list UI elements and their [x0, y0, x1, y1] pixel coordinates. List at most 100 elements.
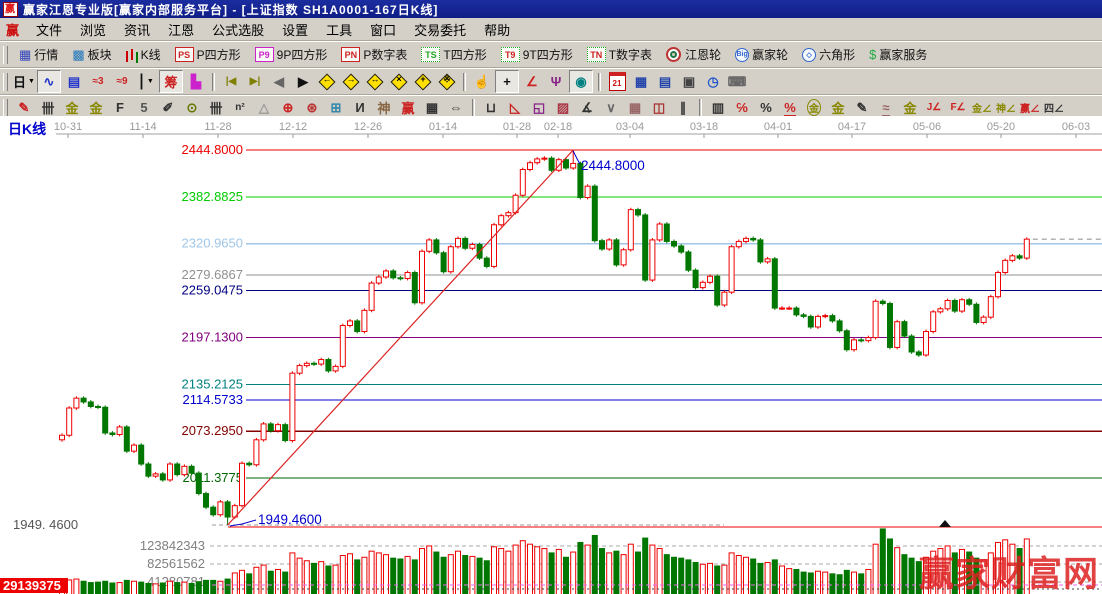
calendar-button[interactable]: 21 [606, 71, 628, 92]
world-clock-button[interactable]: ◷ [702, 71, 724, 92]
candle-body [564, 160, 569, 168]
dense-grid-button[interactable]: ▦ [421, 97, 443, 118]
gann-shrink-button[interactable]: × [388, 71, 410, 92]
gann-fence-button[interactable]: 卌 [37, 97, 59, 118]
gann-zoom-out-button[interactable]: ※ [436, 71, 458, 92]
volume-bar [823, 572, 828, 594]
time-fence-button[interactable]: 卌 [205, 97, 227, 118]
prev-bar-button[interactable]: ◀ [268, 71, 290, 92]
n-wave-tool-button[interactable]: И [349, 97, 371, 118]
price-grid-2-button[interactable]: ◫ [648, 97, 670, 118]
menu-item-4[interactable]: 公式选股 [203, 19, 273, 40]
date-tick-label-11: 04-17 [838, 121, 866, 133]
win-angle-button[interactable]: 赢∠ [1019, 97, 1041, 118]
crosshair-tool-button[interactable]: + [495, 70, 519, 93]
menu-item-5[interactable]: 设置 [273, 19, 317, 40]
percent-retrace-button[interactable]: ℅ [731, 97, 753, 118]
winner-wheel-button[interactable]: Big赢家轮 [728, 44, 795, 66]
last-bar-button[interactable]: ▶| [244, 71, 266, 92]
gann-stretch-button[interactable]: ↔ [364, 71, 386, 92]
t-square-button[interactable]: TST四方形 [414, 44, 493, 66]
gold-angle-button[interactable]: 金∠ [971, 97, 993, 118]
menu-item-3[interactable]: 江恩 [159, 19, 203, 40]
menu-item-6[interactable]: 工具 [317, 19, 361, 40]
hexagon-button[interactable]: ◇六角形 [795, 44, 862, 66]
volume-profile-button[interactable]: ▙ [185, 71, 207, 92]
9p-square-button[interactable]: P99P四方形 [248, 44, 335, 66]
span-measure-button[interactable]: ⇔ [445, 97, 467, 118]
gold-fence-2-button[interactable]: 金 [85, 97, 107, 118]
wave-levels-button[interactable]: ≈ [875, 97, 897, 118]
wave-segment-9-button[interactable]: ≈9 [111, 71, 133, 92]
sectors-button[interactable]: ▩板块 [65, 44, 118, 66]
draw-knife-button[interactable]: ✎ [13, 97, 35, 118]
chip-distribution-button[interactable]: ∿ [37, 70, 61, 93]
gold-fence-1-button[interactable]: 金 [61, 97, 83, 118]
gold-circle-button[interactable]: 金 [803, 97, 825, 118]
menu-item-1[interactable]: 浏览 [71, 19, 115, 40]
candle-style-dropdown-button[interactable]: ⎮▼ [135, 71, 157, 92]
9t-square-button[interactable]: T99T四方形 [494, 44, 580, 66]
spiral-5-button[interactable]: 5 [133, 97, 155, 118]
gann-shift-left-button[interactable]: ← [316, 71, 338, 92]
winner-service-button[interactable]: $赢家服务 [862, 44, 934, 66]
gann-wheel-button[interactable]: 江恩轮 [659, 44, 728, 66]
box-fan-button[interactable]: ◱ [528, 97, 550, 118]
box-tool-button[interactable]: ⊔ [480, 97, 502, 118]
percent-button[interactable]: % [755, 97, 777, 118]
draw-pencil-button[interactable]: ✐ [157, 97, 179, 118]
toolbar-main: ▦行情▩板块K线PSP四方形P99P四方形PNP数字表TST四方形T99T四方形… [0, 41, 1102, 68]
menu-item-2[interactable]: 资讯 [115, 19, 159, 40]
first-bar-button[interactable]: |◀ [220, 71, 242, 92]
angle-measure-tool-button[interactable]: ∠ [521, 71, 543, 92]
smart-analysis-tool-button[interactable]: ◉ [569, 70, 593, 93]
chart-canvas[interactable]: 10-3111-1411-2812-1212-2601-1401-2802-18… [0, 116, 1102, 594]
win-fence-button[interactable]: 赢 [397, 97, 419, 118]
gold-levels-2-button[interactable]: 金 [899, 97, 921, 118]
shen-angle-button[interactable]: 神∠ [995, 97, 1017, 118]
protractor-button[interactable]: △ [253, 97, 275, 118]
gold-levels-button[interactable]: 金 [827, 97, 849, 118]
percent-levels-button[interactable]: % [779, 97, 801, 118]
save-layout-button[interactable]: ▣ [678, 71, 700, 92]
t-number-table-button[interactable]: TNT数字表 [580, 44, 659, 66]
period-day-dropdown-button[interactable]: 日▼ [13, 71, 35, 92]
j-angle-button[interactable]: J∠ [923, 97, 945, 118]
volume-ruler-button[interactable]: ▥ [707, 97, 729, 118]
menu-item-9[interactable]: 帮助 [475, 19, 519, 40]
gann-grid-web-button[interactable]: ⊞ [325, 97, 347, 118]
gann-web-button[interactable]: ⊛ [301, 97, 323, 118]
price-grid-button[interactable]: ▦ [624, 97, 646, 118]
gann-fan-button[interactable]: ◺ [504, 97, 526, 118]
menu-item-8[interactable]: 交易委托 [405, 19, 475, 40]
calculator-button[interactable]: ▦ [630, 71, 652, 92]
square-of-nine-button[interactable]: n² [229, 97, 251, 118]
next-bar-button[interactable]: ▶ [292, 71, 314, 92]
gann-shift-right-button[interactable]: → [340, 71, 362, 92]
parallel-lines-button[interactable]: ∥ [672, 97, 694, 118]
v-wave-button[interactable]: ∨ [600, 97, 622, 118]
shen-fence-button[interactable]: 神 [373, 97, 395, 118]
info-panel-button[interactable]: ▤ [63, 71, 85, 92]
wave-segment-3-button[interactable]: ≈3 [87, 71, 109, 92]
box-web-button[interactable]: ▨ [552, 97, 574, 118]
memo-notes-button[interactable]: ▤ [654, 71, 676, 92]
menu-item-0[interactable]: 文件 [27, 19, 71, 40]
gann-zoom-in-button[interactable]: + [412, 71, 434, 92]
gann-pick-tool-button[interactable]: Ψ [545, 71, 567, 92]
p-square-button[interactable]: PSP四方形 [168, 44, 248, 66]
chip-peak-button[interactable]: 筹 [159, 70, 183, 93]
quotes-button[interactable]: ▦行情 [12, 44, 65, 66]
angle-lines-button[interactable]: ∡ [576, 97, 598, 118]
ink-brush-button[interactable]: ✎ [851, 97, 873, 118]
kline-button[interactable]: K线 [119, 44, 168, 66]
f-angle-button[interactable]: F∠ [947, 97, 969, 118]
cycle-circle-button[interactable]: ⊙ [181, 97, 203, 118]
p-number-table-button[interactable]: PNP数字表 [334, 44, 414, 66]
gann-compass-button[interactable]: ⊕ [277, 97, 299, 118]
hand-tool-button[interactable]: ☝ [471, 71, 493, 92]
system-tools-button[interactable]: ⌨ [726, 71, 748, 92]
si-angle-button[interactable]: 四∠ [1043, 97, 1065, 118]
f-fence-button[interactable]: F [109, 97, 131, 118]
menu-item-7[interactable]: 窗口 [361, 19, 405, 40]
